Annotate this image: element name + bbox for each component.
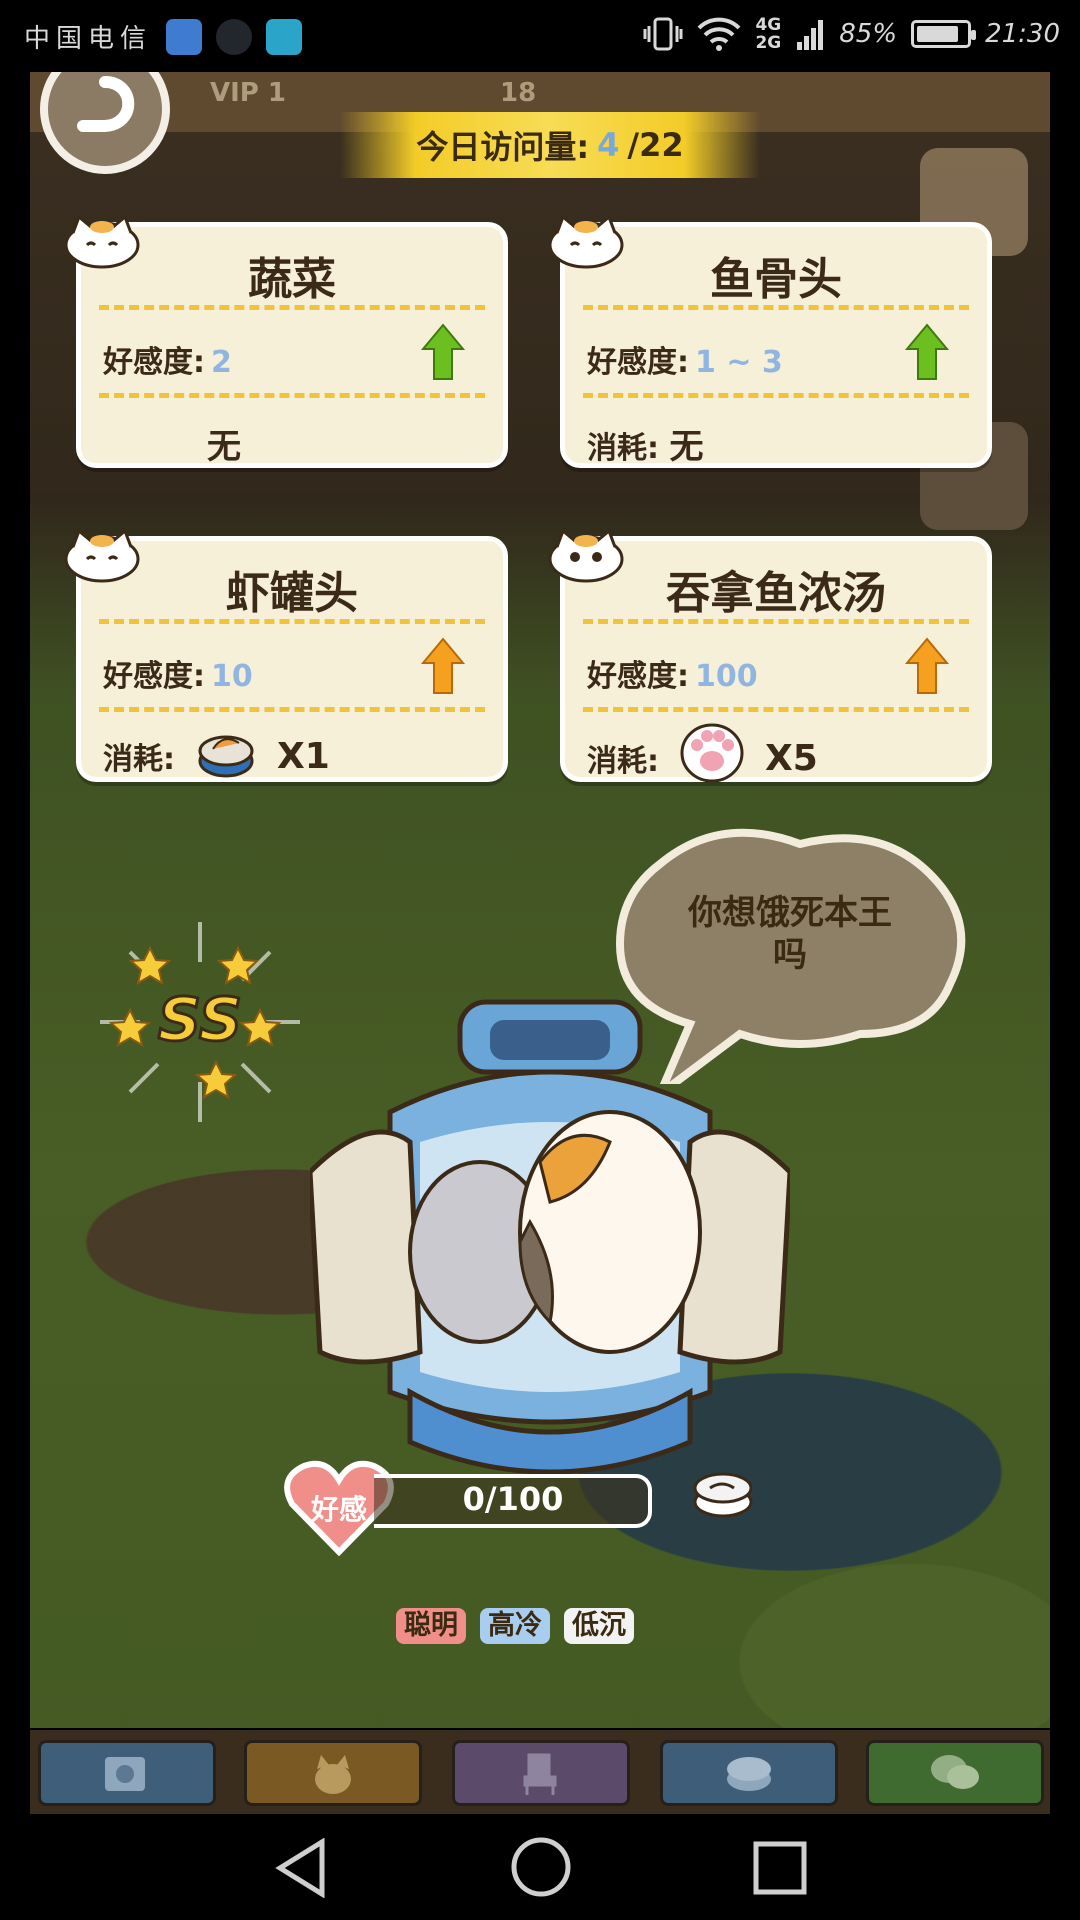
game-bottom-nav xyxy=(30,1730,1050,1814)
divider xyxy=(583,707,969,712)
cost-count: X1 xyxy=(277,735,330,777)
nav-furniture-button[interactable] xyxy=(452,1740,630,1806)
daily-visits-total: /22 xyxy=(627,126,684,164)
trait-tag-deep: 低沉 xyxy=(564,1608,634,1644)
divider xyxy=(583,619,969,624)
affinity-value: 10 xyxy=(211,659,253,694)
up-arrow-icon xyxy=(905,323,949,380)
battery-icon xyxy=(911,20,977,48)
nav-food-button[interactable] xyxy=(660,1740,838,1806)
divider xyxy=(99,619,485,624)
affinity-row: 好感度: 1 ~ 3 xyxy=(587,345,783,380)
shrimp-can-icon xyxy=(198,735,254,778)
daily-visits-current: 4 xyxy=(597,126,620,164)
affinity-row: 好感度: 100 xyxy=(587,659,758,694)
up-arrow-icon xyxy=(421,637,465,694)
trait-tag-aloof: 高冷 xyxy=(480,1608,550,1644)
home-circle-icon[interactable] xyxy=(510,1836,572,1898)
cost-row: 消耗: X1 xyxy=(103,733,330,779)
recents-square-icon[interactable] xyxy=(752,1840,808,1896)
food-name: 鱼骨头 xyxy=(710,254,842,305)
divider xyxy=(99,393,485,398)
health-app-icon xyxy=(166,18,203,55)
battery-percent: 85% xyxy=(839,19,898,49)
nav-cat-button[interactable] xyxy=(244,1740,422,1806)
cat-book-icon xyxy=(105,1757,145,1791)
food-can-icon xyxy=(727,1757,771,1791)
daily-visits-label: 今日访问量: xyxy=(416,128,590,166)
carrier-name: 中国电信 xyxy=(24,24,153,54)
trait-tag-smart: 聪明 xyxy=(396,1608,466,1644)
cat-paw-icon xyxy=(680,723,744,783)
divider xyxy=(99,707,485,712)
nav-chat-button[interactable] xyxy=(866,1740,1044,1806)
up-arrow-icon xyxy=(905,637,949,694)
system-nav-bar xyxy=(0,1814,1080,1920)
food-card-shrimp-can[interactable]: 虾罐头 好感度: 10 消耗: X1 xyxy=(64,528,508,782)
cat-icon xyxy=(315,1755,351,1794)
up-arrow-icon xyxy=(421,323,465,380)
speech-text: 你想饿死本王 吗 xyxy=(688,893,892,975)
food-card-vegetable[interactable]: 蔬菜 好感度: 2 无 xyxy=(64,214,508,468)
cost-row: 消耗: 无 xyxy=(587,427,704,467)
wifi-icon xyxy=(698,17,741,51)
affinity-row: 好感度: 10 xyxy=(103,659,253,694)
divider xyxy=(583,305,969,310)
ss-rank-badge: SS xyxy=(100,922,300,1122)
network-type: 4G 2G xyxy=(755,15,782,53)
affinity-label: 好感 xyxy=(310,1493,367,1526)
clock: 21:30 xyxy=(985,19,1060,49)
divider xyxy=(99,305,485,310)
svg-text:SS: SS xyxy=(158,985,242,1055)
vibrate-icon xyxy=(643,17,683,51)
affinity-value: 0/100 xyxy=(462,1480,564,1518)
affinity-row: 好感度: 2 xyxy=(103,345,232,380)
food-name: 吞拿鱼浓汤 xyxy=(666,568,886,619)
cost-row: 无 xyxy=(207,427,241,467)
resource-count: 18 xyxy=(500,78,537,108)
daily-visits-banner: 今日访问量: 4 /22 xyxy=(340,112,760,178)
signal-icon xyxy=(797,20,824,50)
battery-level xyxy=(917,26,958,42)
chair-icon xyxy=(523,1753,557,1795)
affinity-value: 2 xyxy=(211,345,232,380)
status-bar: 中国电信 4G 2G 85% 21:30 xyxy=(0,0,1080,72)
back-arrow-icon xyxy=(77,76,135,132)
chat-bubbles-icon xyxy=(931,1755,979,1789)
divider xyxy=(583,393,969,398)
app-notification-icon xyxy=(216,18,253,55)
affinity-value: 1 ~ 3 xyxy=(695,345,783,380)
food-name: 蔬菜 xyxy=(248,254,336,305)
shield-app-icon xyxy=(266,18,303,55)
nav-cat-book-button[interactable] xyxy=(38,1740,216,1806)
back-button[interactable] xyxy=(40,72,170,174)
vip-level: VIP 1 xyxy=(210,78,286,108)
affinity-value: 100 xyxy=(695,659,758,694)
game-scene: VIP 1 18 今日访问量: 4 /22 蔬菜 好感度: 2 无 鱼骨头 好感… xyxy=(30,72,1050,1728)
food-name: 虾罐头 xyxy=(226,568,358,619)
feed-can-button[interactable] xyxy=(692,1468,754,1518)
cost-count: X5 xyxy=(765,737,818,779)
food-card-tuna-soup[interactable]: 吞拿鱼浓汤 好感度: 100 消耗: X5 xyxy=(548,528,992,783)
food-card-fish-bone[interactable]: 鱼骨头 好感度: 1 ~ 3 消耗: 无 xyxy=(548,214,992,468)
cost-row: 消耗: X5 xyxy=(587,723,818,783)
back-triangle-icon[interactable] xyxy=(274,1838,330,1898)
